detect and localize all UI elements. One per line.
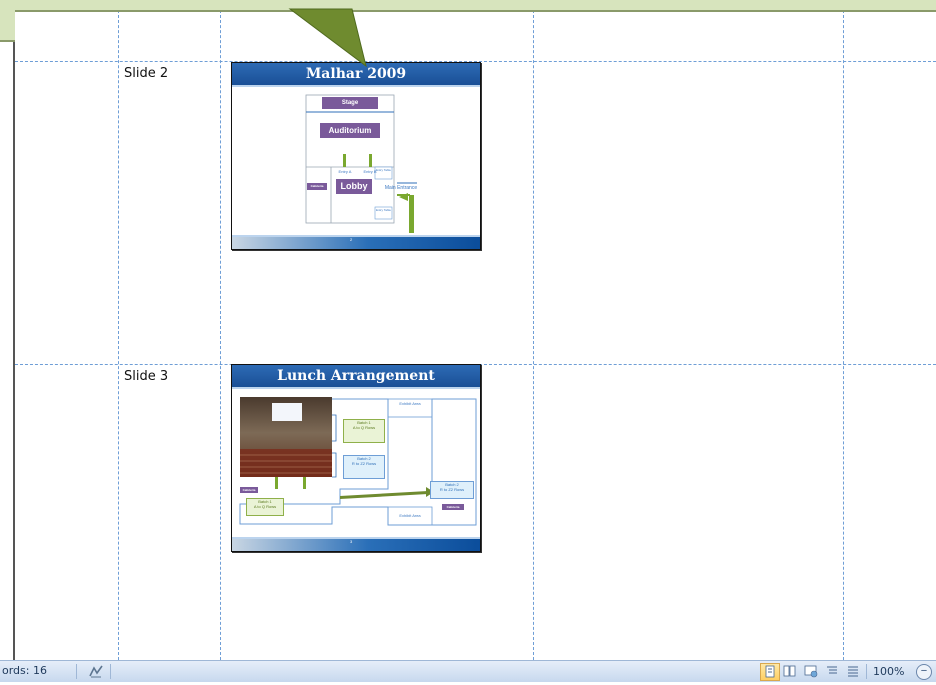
entry-label: Entry A: [338, 169, 352, 174]
page-edge: [13, 0, 15, 660]
document-page: Slide 2 Slide 3 Malhar 2009 Stage Audito…: [0, 0, 936, 660]
callout-shape[interactable]: [0, 0, 936, 12]
batch-box: Batch 2 R to Z2 Rows: [430, 481, 474, 499]
floor-plan-lines: [305, 94, 417, 233]
slide-footer: 3: [232, 537, 480, 551]
slide-label: Slide 2: [124, 66, 169, 81]
cafeteria-label: Cafeteria: [307, 183, 327, 190]
table-gridline: [118, 0, 119, 660]
print-layout-view-icon[interactable]: [760, 663, 780, 681]
main-entrance-label: Main Entrance: [384, 185, 418, 191]
slide-page-number: 2: [350, 237, 353, 242]
cafeteria-label: Cafeteria: [240, 487, 258, 493]
batch-box: Batch 1 A to Q Rows: [246, 498, 284, 516]
draft-view-icon[interactable]: [844, 663, 862, 679]
stage-label: Stage: [322, 97, 378, 109]
slide-page-number: 3: [350, 539, 353, 544]
zoom-out-button[interactable]: −: [916, 664, 932, 680]
batch-box: Batch 1 A to Q Rows: [343, 419, 385, 443]
floor-plan: Stage Auditorium Lobby Cafeteria Main En…: [232, 87, 480, 237]
table-label: Entry Table: [376, 168, 391, 172]
exhibit-area-label: Exhibit Area: [399, 401, 421, 406]
table-label: Entry Table: [376, 208, 391, 212]
exhibit-area-label: Exhibit Area: [399, 513, 421, 518]
status-separator: [866, 664, 867, 679]
floor-plan: Exhibit Area Exhibit Area Batch 1 A to Q…: [232, 389, 480, 539]
lobby-label: Lobby: [336, 179, 372, 194]
status-separator: [76, 664, 77, 679]
slide-thumbnail[interactable]: Malhar 2009 Stage Auditorium Lobby Cafet…: [231, 62, 481, 250]
word-count[interactable]: ords: 16: [2, 664, 47, 677]
table-gridline: [533, 0, 534, 660]
slide-title: Malhar 2009: [232, 63, 480, 87]
proofing-icon[interactable]: [88, 664, 104, 679]
full-screen-reading-view-icon[interactable]: [781, 663, 799, 679]
zoom-level[interactable]: 100%: [873, 665, 904, 678]
table-gridline: [220, 0, 221, 660]
cafeteria-label: Cafeteria: [442, 504, 464, 510]
batch-box: Batch 2 R to Z2 Rows: [343, 455, 385, 479]
slide-label: Slide 3: [124, 369, 169, 384]
slide-thumbnail[interactable]: Lunch Arrangement Exhibit Area Exhibit A…: [231, 364, 481, 552]
status-separator: [110, 664, 111, 679]
callout-shape-edge: [0, 0, 15, 42]
web-layout-view-icon[interactable]: [802, 663, 820, 679]
auditorium-label: Auditorium: [320, 123, 380, 138]
table-gridline: [843, 0, 844, 660]
slide-title: Lunch Arrangement: [232, 365, 480, 389]
slide-footer: 2: [232, 235, 480, 249]
status-bar: ords: 16 100% −: [0, 660, 936, 682]
outline-view-icon[interactable]: [823, 663, 841, 679]
